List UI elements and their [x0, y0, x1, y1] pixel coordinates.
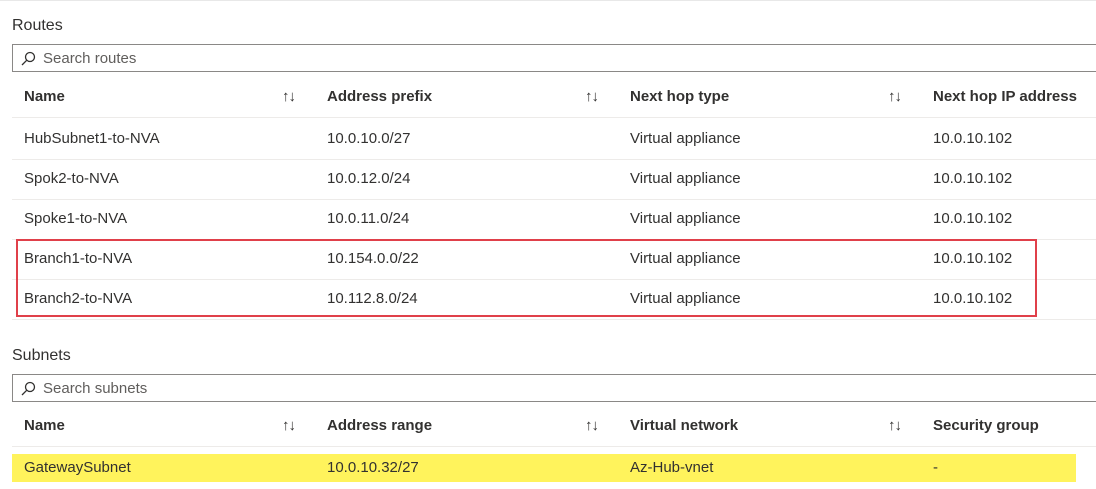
- route-name: Branch1-to-NVA: [24, 250, 133, 267]
- table-row[interactable]: GatewaySubnet 10.0.10.32/27 Az-Hub-vnet …: [12, 454, 1076, 482]
- search-icon: [21, 381, 36, 396]
- route-name: Spoke1-to-NVA: [24, 210, 128, 227]
- search-icon: [21, 51, 36, 66]
- col-header-next-hop-type[interactable]: Next hop type: [630, 77, 729, 117]
- col-header-virtual-network[interactable]: Virtual network: [630, 406, 738, 446]
- route-hop-type: Virtual appliance: [630, 210, 741, 227]
- table-row[interactable]: Branch2-to-NVA 10.112.8.0/24 Virtual app…: [12, 279, 1096, 320]
- col-header-next-hop-ip[interactable]: Next hop IP address: [933, 77, 1077, 117]
- routes-header-row: Name ↑↓ Address prefix ↑↓ Next hop type …: [12, 77, 1096, 118]
- col-header-address-prefix[interactable]: Address prefix: [327, 77, 432, 117]
- top-divider: [0, 0, 1096, 1]
- table-row[interactable]: HubSubnet1-to-NVA 10.0.10.0/27 Virtual a…: [12, 119, 1096, 160]
- route-name: Branch2-to-NVA: [24, 290, 133, 307]
- subnets-header-row: Name ↑↓ Address range ↑↓ Virtual network…: [12, 406, 1096, 447]
- route-hop-type: Virtual appliance: [630, 250, 741, 267]
- route-prefix: 10.0.10.0/27: [327, 130, 411, 147]
- sort-icon[interactable]: ↑↓: [585, 406, 599, 446]
- subnet-name: GatewaySubnet: [24, 459, 131, 476]
- route-prefix: 10.0.11.0/24: [327, 210, 410, 227]
- subnet-range: 10.0.10.32/27: [327, 459, 419, 476]
- route-hop-type: Virtual appliance: [630, 130, 741, 147]
- col-header-name[interactable]: Name: [24, 406, 65, 446]
- routes-title: Routes: [12, 17, 63, 34]
- route-prefix: 10.154.0.0/22: [327, 250, 419, 267]
- route-hop-ip: 10.0.10.102: [933, 290, 1013, 307]
- table-row[interactable]: Spoke1-to-NVA 10.0.11.0/24 Virtual appli…: [12, 199, 1096, 240]
- sort-icon[interactable]: ↑↓: [282, 77, 296, 117]
- route-hop-type: Virtual appliance: [630, 290, 741, 307]
- route-name: HubSubnet1-to-NVA: [24, 130, 160, 147]
- route-hop-ip: 10.0.10.102: [933, 250, 1013, 267]
- search-subnets-box[interactable]: [12, 374, 1096, 402]
- search-routes-input[interactable]: [43, 47, 1083, 69]
- route-hop-ip: 10.0.10.102: [933, 210, 1013, 227]
- search-subnets-input[interactable]: [43, 377, 1083, 399]
- route-hop-type: Virtual appliance: [630, 170, 741, 187]
- sort-icon[interactable]: ↑↓: [888, 406, 902, 446]
- col-header-security-group[interactable]: Security group: [933, 406, 1039, 446]
- route-name: Spok2-to-NVA: [24, 170, 119, 187]
- route-prefix: 10.0.12.0/24: [327, 170, 411, 187]
- col-header-name[interactable]: Name: [24, 77, 65, 117]
- sort-icon[interactable]: ↑↓: [585, 77, 599, 117]
- sort-icon[interactable]: ↑↓: [282, 406, 296, 446]
- route-prefix: 10.112.8.0/24: [327, 290, 418, 307]
- subnets-title: Subnets: [12, 347, 71, 364]
- route-hop-ip: 10.0.10.102: [933, 130, 1013, 147]
- table-row[interactable]: Branch1-to-NVA 10.154.0.0/22 Virtual app…: [12, 239, 1096, 280]
- route-hop-ip: 10.0.10.102: [933, 170, 1013, 187]
- subnet-security-group: -: [933, 459, 938, 476]
- search-routes-box[interactable]: [12, 44, 1096, 72]
- subnet-vnet: Az-Hub-vnet: [630, 459, 714, 476]
- sort-icon[interactable]: ↑↓: [888, 77, 902, 117]
- col-header-address-range[interactable]: Address range: [327, 406, 432, 446]
- table-row[interactable]: Spok2-to-NVA 10.0.12.0/24 Virtual applia…: [12, 159, 1096, 200]
